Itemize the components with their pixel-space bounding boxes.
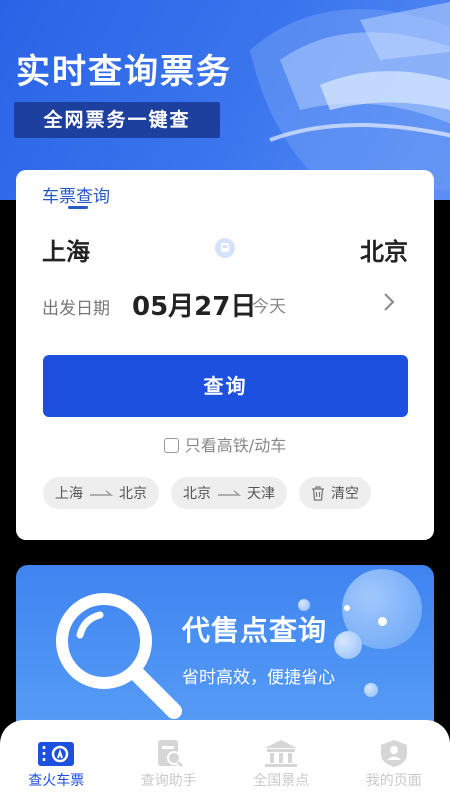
profile-icon [380, 740, 407, 767]
clear-label: 清空 [331, 486, 359, 502]
landmark-icon [265, 740, 298, 767]
chevron-right-icon[interactable] [382, 291, 396, 313]
tab-ticket-search[interactable]: 车票查询 [42, 182, 110, 207]
tab-train-tickets[interactable]: 查火车票 [0, 720, 113, 800]
history-chip[interactable]: 北京 天津 [171, 477, 287, 509]
tab-underline [68, 206, 88, 209]
tab-label: 我的页面 [365, 773, 422, 789]
tab-label: 查询助手 [140, 773, 197, 789]
swap-icon[interactable] [215, 238, 235, 258]
history-chips: 上海 北京 北京 天津 清空 [43, 477, 371, 509]
trash-icon [312, 485, 324, 501]
decor-bubble [334, 631, 362, 659]
magnifier-icon [56, 593, 182, 719]
train-ticket-icon [38, 742, 75, 766]
assistant-icon [157, 740, 183, 768]
decor-bubble [378, 617, 387, 626]
agent-title: 代售点查询 [182, 614, 328, 647]
history-from: 上海 [55, 486, 83, 502]
ticket-search-card: 车票查询 上海 北京 出发日期 05月27日 今天 查询 只看高铁/动车 上海 … [16, 170, 434, 540]
history-to: 北京 [119, 486, 147, 502]
arrow-right-icon [218, 490, 241, 496]
tab-label: 查火车票 [28, 773, 85, 789]
arrow-right-icon [90, 490, 113, 496]
hsr-only-label[interactable]: 只看高铁/动车 [185, 436, 286, 455]
agent-subtitle: 省时高效，便捷省心 [182, 668, 335, 688]
decor-bubble [364, 683, 378, 697]
tab-label: 全国景点 [253, 773, 310, 789]
tab-assistant[interactable]: 查询助手 [113, 720, 226, 800]
clear-history-button[interactable]: 清空 [299, 477, 371, 509]
decor-bubble [344, 605, 350, 611]
from-city[interactable]: 上海 [42, 232, 90, 267]
hsr-only-checkbox[interactable] [163, 438, 179, 453]
date-value[interactable]: 05月27日 [132, 286, 256, 323]
hsr-only-row: 只看高铁/动车 [16, 432, 434, 456]
train-illustration [250, 2, 450, 190]
history-to: 天津 [247, 486, 275, 502]
tab-scenic-spots[interactable]: 全国景点 [225, 720, 338, 800]
hero-title: 实时查询票务 [16, 52, 232, 92]
date-label: 出发日期 [42, 299, 110, 319]
to-city[interactable]: 北京 [360, 232, 408, 267]
tab-my-page[interactable]: 我的页面 [338, 720, 450, 800]
history-chip[interactable]: 上海 北京 [43, 477, 159, 509]
bottom-tab-bar: 查火车票 查询助手 全国景点 我的页面 [0, 720, 450, 800]
date-relative: 今天 [252, 297, 286, 317]
history-from: 北京 [183, 486, 211, 502]
hero-badge: 全网票务一键查 [14, 102, 220, 138]
search-button[interactable]: 查询 [43, 355, 408, 417]
